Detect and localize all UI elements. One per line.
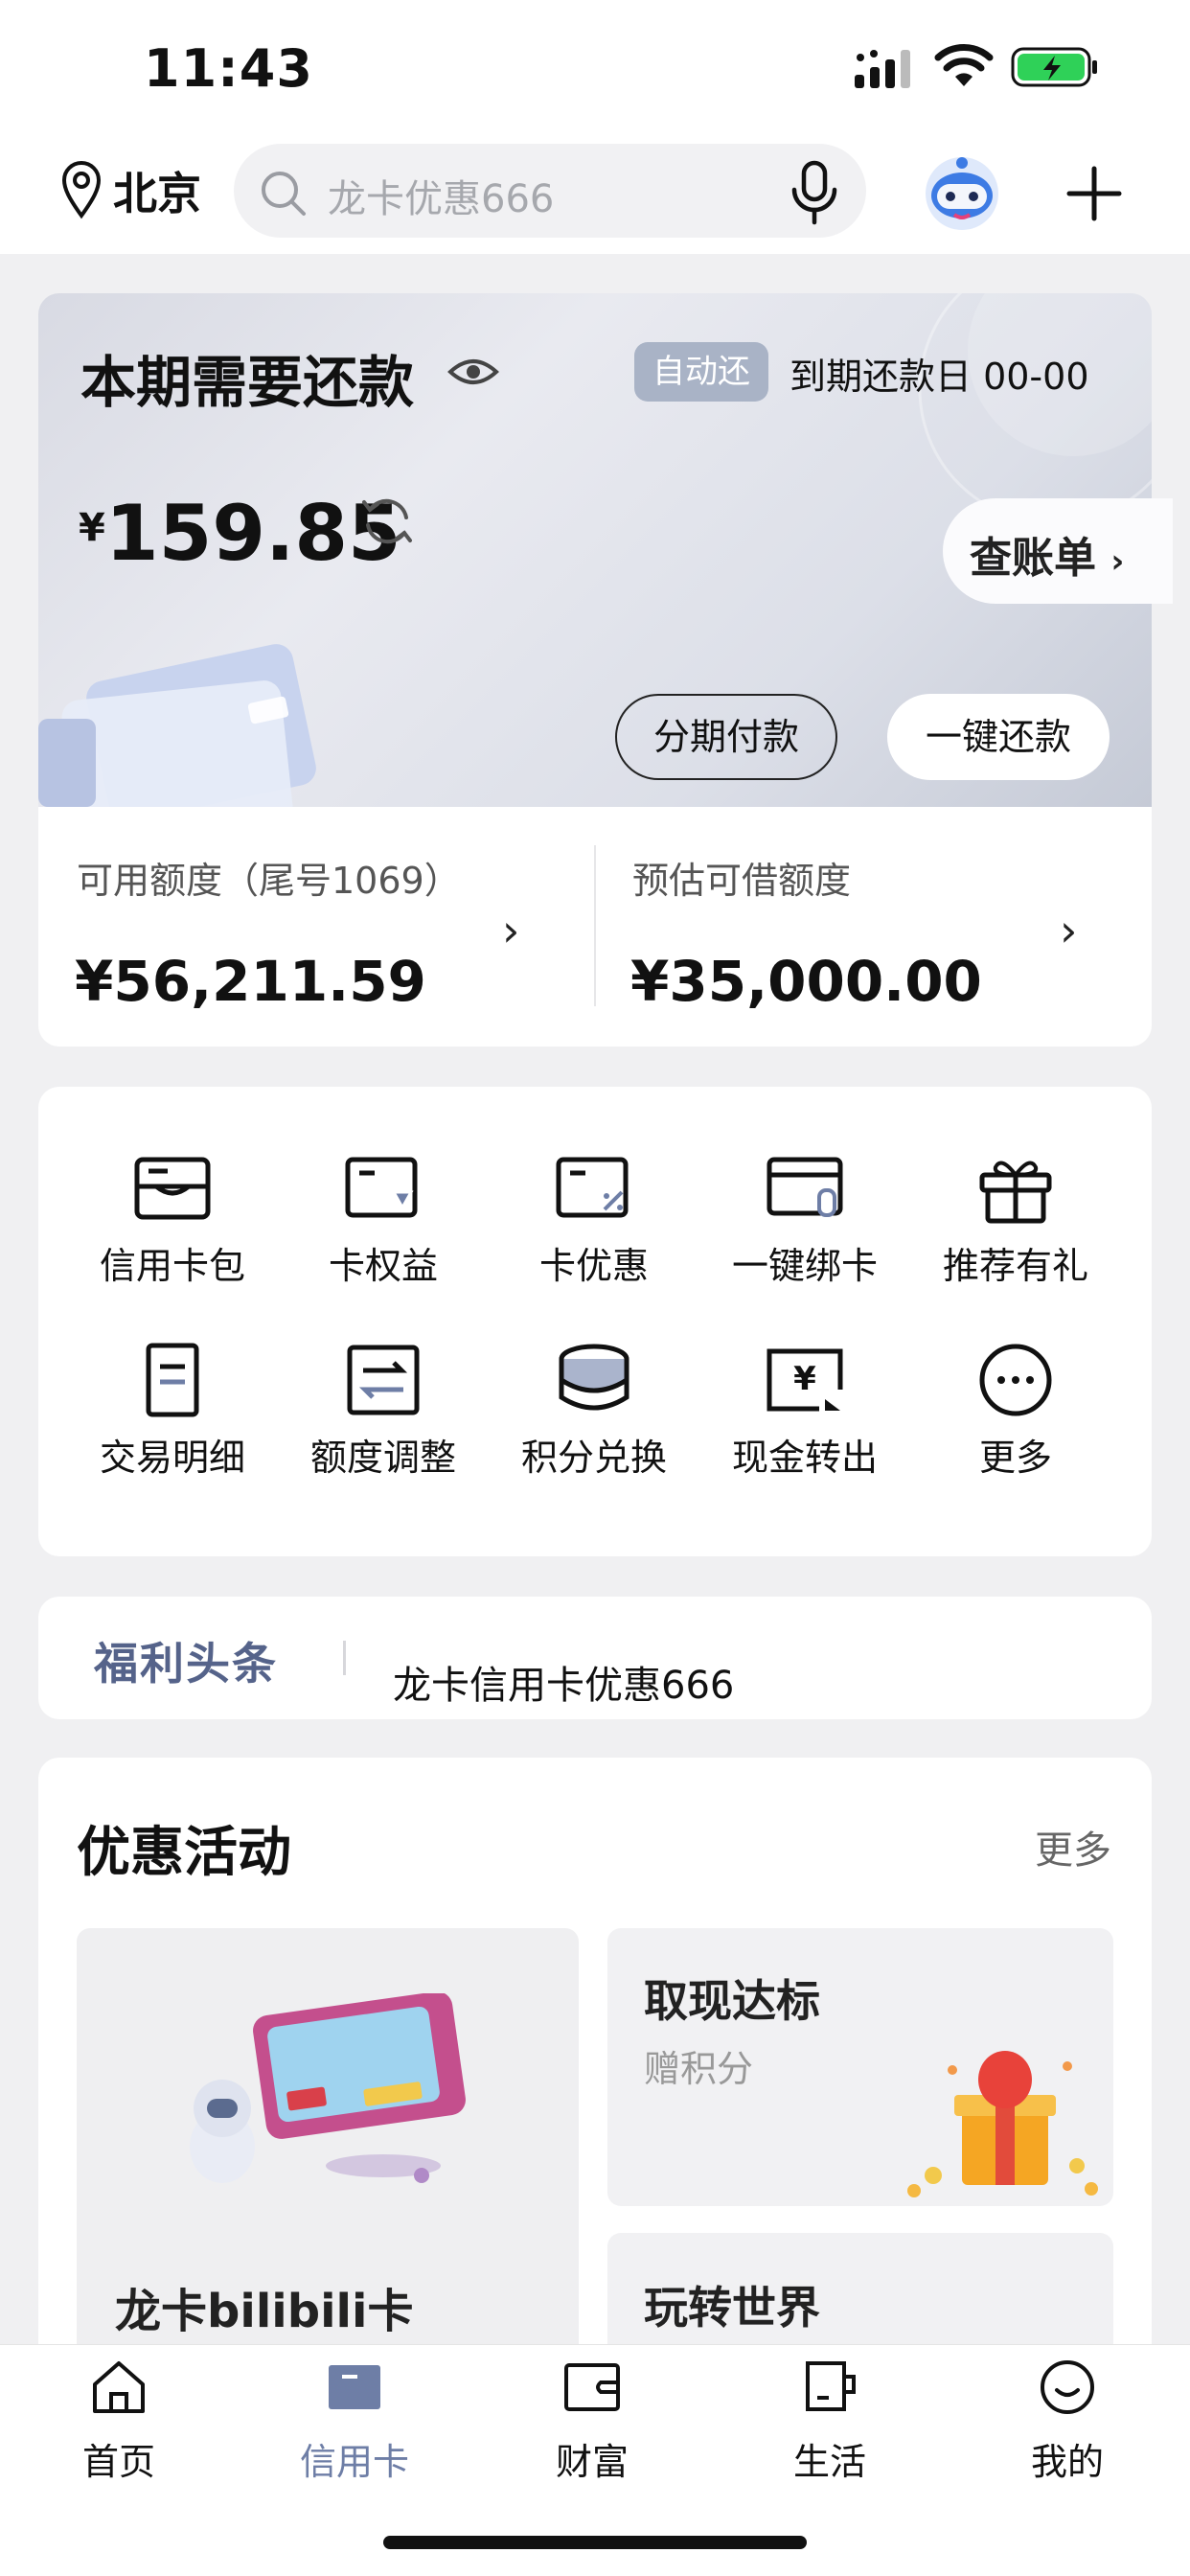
search-placeholder: 龙卡优惠666 <box>328 177 555 221</box>
promo-withdrawal-subtitle: 赠积分 <box>644 2048 754 2090</box>
service-label: 推荐有礼 <box>942 1245 1088 1287</box>
battery-icon <box>1011 47 1097 87</box>
repayment-amount: 159.85 <box>105 489 401 578</box>
service-label: 更多 <box>978 1437 1052 1479</box>
service-label: 交易明细 <box>99 1437 245 1479</box>
transaction-icon <box>146 1343 199 1417</box>
service-label: 卡优惠 <box>538 1245 649 1287</box>
home-icon <box>93 2361 145 2413</box>
points-icon <box>559 1344 629 1411</box>
refresh-icon[interactable] <box>358 493 416 550</box>
service-referral-gift[interactable]: 推荐有礼 <box>920 1150 1111 1322</box>
borrow-limit-label: 预估可借额度 <box>632 860 852 902</box>
location-pin-icon[interactable] <box>59 158 103 219</box>
wallet-icon <box>564 2363 620 2411</box>
one-click-repay-button[interactable]: 一键还款 <box>887 694 1110 780</box>
promo-bilibili-label: 龙卡bilibili卡 <box>115 2285 414 2338</box>
due-date-label: 到期还款日 00-00 <box>790 356 1089 398</box>
tab-mine[interactable]: 我的 <box>972 2358 1163 2485</box>
service-label: 额度调整 <box>309 1437 456 1479</box>
gift-box-illustration <box>907 2051 1098 2197</box>
installment-button[interactable]: 分期付款 <box>615 694 837 780</box>
service-points-exchange[interactable]: 积分兑换 <box>498 1342 690 1514</box>
service-limit-adjust[interactable]: 额度调整 <box>287 1342 479 1514</box>
cash-out-icon: ¥ <box>767 1348 843 1412</box>
status-time: 11:43 <box>144 38 313 99</box>
service-more[interactable]: 更多 <box>920 1342 1111 1514</box>
tab-label: 生活 <box>792 2441 866 2483</box>
service-label: 一键绑卡 <box>731 1245 878 1287</box>
service-label: 现金转出 <box>731 1437 878 1479</box>
city-selector[interactable]: 北京 <box>113 159 201 222</box>
bind-card-icon <box>767 1157 843 1217</box>
more-icon <box>979 1344 1052 1416</box>
service-label: 积分兑换 <box>520 1437 667 1479</box>
stacked-cards-illustration <box>38 644 316 807</box>
credit-card-icon <box>329 2365 380 2409</box>
chevron-right-icon: › <box>1110 542 1125 581</box>
service-card-benefits[interactable]: 卡权益 <box>287 1150 479 1322</box>
tab-label: 我的 <box>1030 2441 1104 2483</box>
bilibili-card-illustration <box>190 1993 466 2183</box>
smile-icon <box>1041 2360 1094 2414</box>
tab-home[interactable]: 首页 <box>23 2358 215 2485</box>
card-discount-icon <box>556 1157 629 1218</box>
card-benefit-icon <box>345 1157 418 1218</box>
tab-label: 信用卡 <box>299 2441 409 2483</box>
promotions-title: 优惠活动 <box>77 1822 291 1884</box>
eye-icon[interactable] <box>446 351 500 393</box>
tab-life[interactable]: 生活 <box>734 2358 926 2485</box>
tab-credit-card[interactable]: 信用卡 <box>259 2358 450 2485</box>
auto-repay-badge: 自动还 <box>634 342 768 402</box>
promo-world-title: 玩转世界 <box>644 2282 820 2334</box>
svg-text:¥: ¥ <box>793 1360 816 1398</box>
card-wallet-icon <box>134 1157 211 1220</box>
service-credit-card-wallet[interactable]: 信用卡包 <box>77 1150 268 1322</box>
service-label: 卡权益 <box>328 1245 438 1287</box>
search-icon <box>262 172 306 216</box>
welfare-logo: 福利头条 <box>94 1638 278 1690</box>
available-limit-value: ¥56,211.59 <box>75 949 426 1014</box>
cup-icon <box>806 2361 856 2411</box>
repayment-title: 本期需要还款 <box>80 350 415 415</box>
microphone-icon[interactable] <box>786 159 843 226</box>
home-indicator <box>383 2536 807 2549</box>
service-bind-card[interactable]: 一键绑卡 <box>709 1150 901 1322</box>
service-label: 信用卡包 <box>99 1245 245 1287</box>
tab-wealth[interactable]: 财富 <box>496 2358 688 2485</box>
service-cash-out[interactable]: ¥ 现金转出 <box>709 1342 901 1514</box>
tab-label: 首页 <box>81 2441 155 2483</box>
chevron-right-icon[interactable]: › <box>502 905 519 956</box>
welfare-divider <box>343 1641 346 1675</box>
view-bill-label[interactable]: 查账单 › <box>970 523 1124 585</box>
service-card-discounts[interactable]: 卡优惠 <box>498 1150 690 1322</box>
promotions-more-link[interactable]: 更多 <box>1035 1819 1111 1874</box>
tab-label: 财富 <box>555 2441 629 2483</box>
limit-divider <box>594 845 596 1006</box>
cellular-signal-icon <box>855 50 910 88</box>
chevron-right-icon[interactable]: › <box>1060 905 1077 956</box>
welfare-headline-text[interactable]: 龙卡信用卡优惠666 <box>393 1654 734 1710</box>
available-limit-label: 可用额度（尾号1069） <box>77 860 461 902</box>
service-transaction-details[interactable]: 交易明细 <box>77 1342 268 1514</box>
limit-adjust-icon <box>347 1345 420 1415</box>
add-icon[interactable] <box>1065 165 1123 222</box>
wifi-icon <box>934 44 994 86</box>
promo-withdrawal-title: 取现达标 <box>644 1975 820 2027</box>
gift-icon <box>979 1161 1052 1224</box>
assistant-avatar-icon[interactable] <box>916 151 1008 234</box>
borrow-limit-value: ¥35,000.00 <box>630 949 982 1014</box>
currency-symbol: ¥ <box>79 506 105 550</box>
